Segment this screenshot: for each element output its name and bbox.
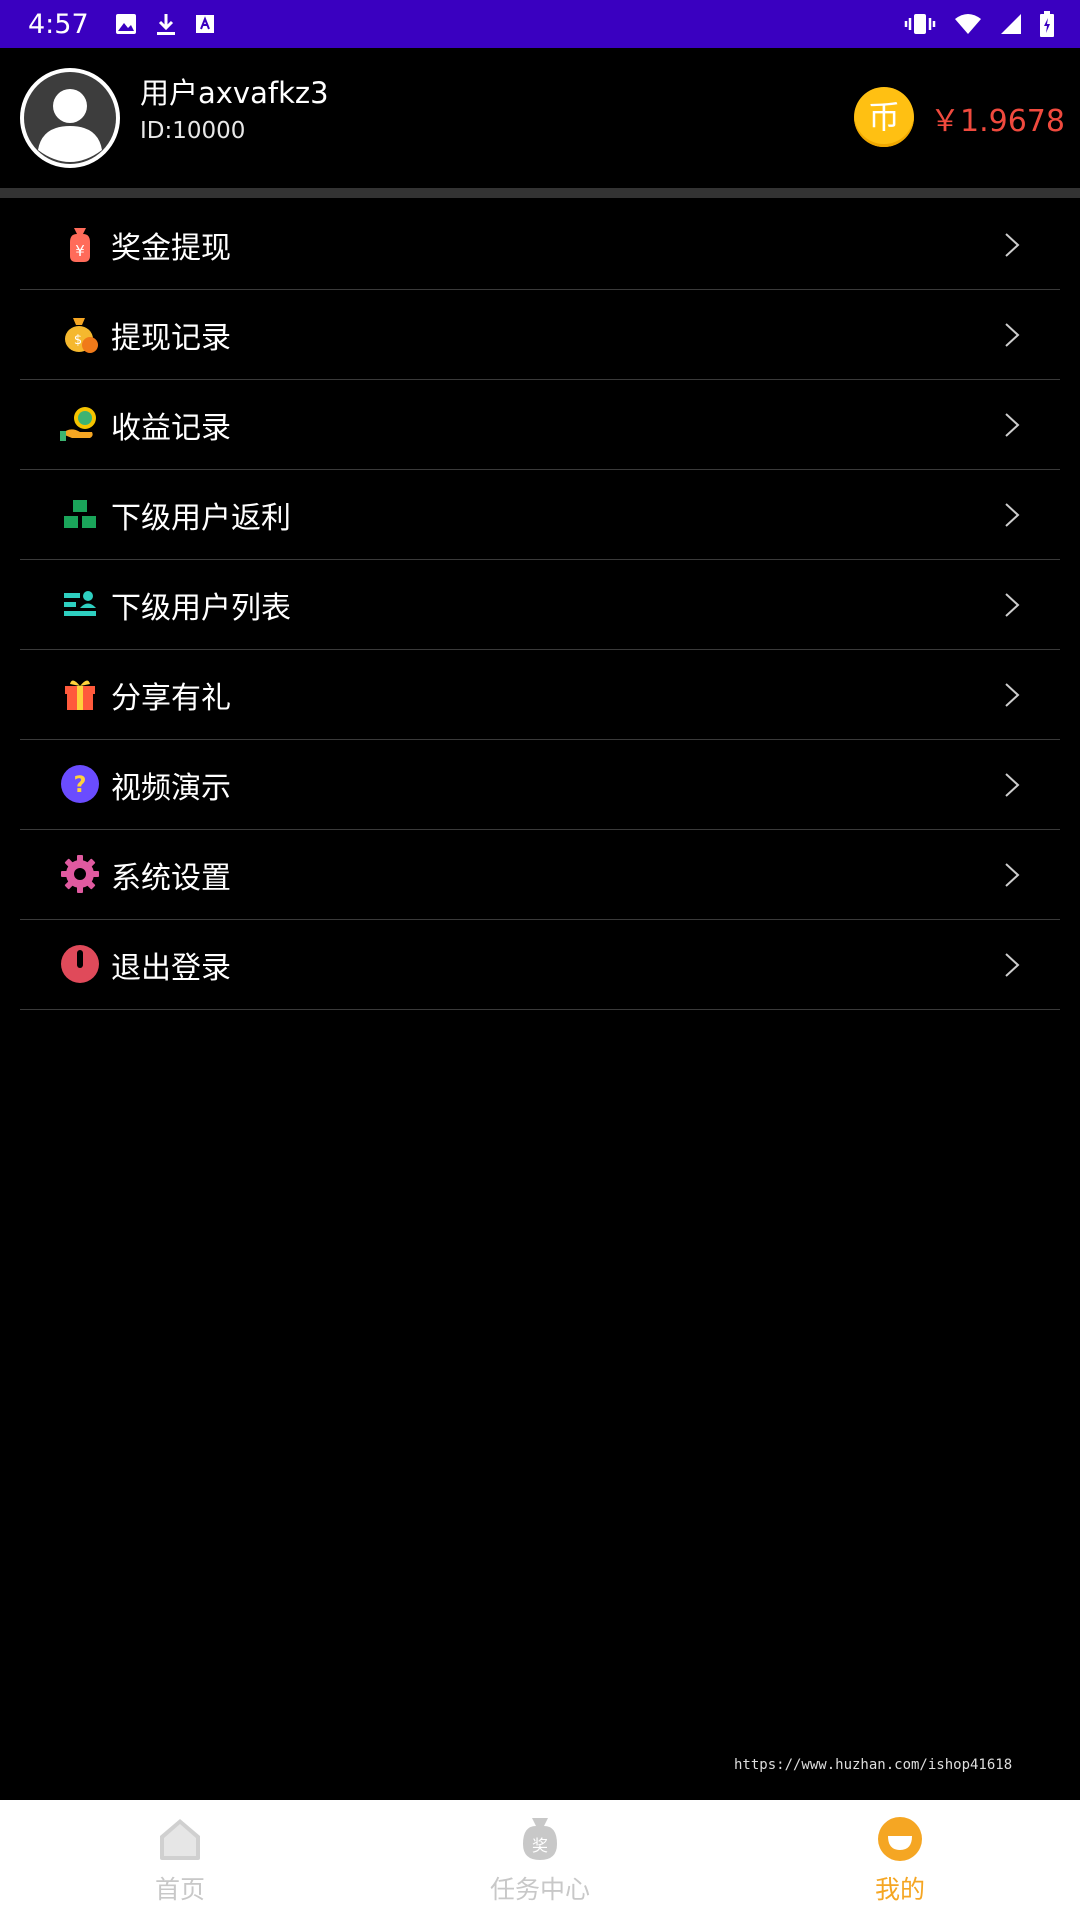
menu-item-label: 下级用户返利 [111, 501, 291, 536]
menu-item-label: 退出登录 [111, 951, 231, 986]
tab-label: 我的 [874, 1875, 925, 1904]
home-icon [160, 1819, 200, 1860]
chevron-right-icon [1005, 503, 1020, 527]
tab-label: 首页 [154, 1875, 205, 1904]
gold-money-bag-icon: $ [65, 318, 98, 353]
menu-item-subordinate-rebate[interactable]: 下级用户返利 [20, 470, 1060, 560]
tab-task-center[interactable]: 奖 任务中心 [360, 1800, 720, 1920]
chevron-right-icon [1005, 413, 1020, 437]
hand-coin-icon [60, 407, 96, 441]
svg-text:?: ? [74, 773, 87, 798]
vibrate-icon [904, 14, 936, 34]
tab-mine[interactable]: 我的 [720, 1800, 1080, 1920]
app-notification-icon [195, 15, 214, 33]
gear-icon [61, 855, 99, 893]
menu-item-earnings-history[interactable]: 收益记录 [20, 380, 1060, 470]
chevron-right-icon [1005, 683, 1020, 707]
menu-item-settings[interactable]: 系统设置 [20, 830, 1060, 920]
power-icon [61, 945, 99, 983]
chevron-right-icon [1005, 233, 1020, 257]
svg-text:$: $ [74, 333, 82, 348]
tab-label: 任务中心 [489, 1875, 590, 1904]
smile-icon [878, 1817, 922, 1861]
profile-header: 用户axvafkz3 ID:10000 币 ￥1.9678 [0, 48, 1080, 188]
menu-item-label: 奖金提现 [111, 231, 231, 266]
svg-text:¥: ¥ [75, 242, 85, 260]
download-notification-icon [156, 14, 175, 35]
username: 用户axvafkz3 [140, 76, 329, 110]
menu-item-share-gift[interactable]: 分享有礼 [20, 650, 1060, 740]
svg-text:奖: 奖 [532, 1836, 548, 1855]
signal-icon [1001, 14, 1021, 34]
status-bar: 4:57 [0, 0, 1080, 48]
menu-item-label: 提现记录 [111, 321, 231, 356]
chevron-right-icon [1005, 773, 1020, 797]
avatar[interactable] [20, 68, 120, 168]
coin-icon: 币 [854, 87, 914, 147]
chevron-right-icon [1005, 593, 1020, 617]
tab-home[interactable]: 首页 [0, 1800, 360, 1920]
user-id: ID:10000 [140, 118, 246, 144]
menu-item-logout[interactable]: 退出登录 [20, 920, 1060, 1010]
menu-item-label: 视频演示 [111, 771, 231, 806]
menu-item-label: 下级用户列表 [111, 591, 291, 626]
default-user-icon [24, 72, 116, 164]
question-icon: ? [61, 765, 99, 803]
menu-item-label: 收益记录 [111, 411, 231, 446]
user-list-icon [64, 591, 96, 616]
reward-bag-icon: 奖 [523, 1818, 557, 1860]
menu-item-label: 系统设置 [111, 861, 231, 896]
money-bag-yen-icon: ¥ [70, 228, 90, 262]
balance-amount: ￥1.9678 [930, 104, 1065, 139]
wifi-icon [955, 14, 981, 34]
battery-icon [1040, 11, 1054, 37]
menu-item-withdraw[interactable]: ¥ 奖金提现 [20, 200, 1060, 290]
menu-list: ¥ 奖金提现 $ 提现记录 收益记录 下级用户返利 下级用户列表 分享有礼 ? … [20, 200, 1060, 1010]
hierarchy-icon [64, 500, 96, 528]
status-time: 4:57 [28, 8, 89, 40]
gift-icon [65, 680, 95, 710]
header-divider [0, 188, 1080, 198]
chevron-right-icon [1005, 863, 1020, 887]
watermark-url: https://www.huzhan.com/ishop41618 [734, 1757, 1013, 1773]
image-notification-icon [115, 14, 136, 34]
menu-item-label: 分享有礼 [111, 681, 231, 716]
chevron-right-icon [1005, 323, 1020, 347]
bottom-tab-bar: 首页 奖 任务中心 我的 [0, 1800, 1080, 1920]
menu-item-video-demo[interactable]: ? 视频演示 [20, 740, 1060, 830]
chevron-right-icon [1005, 953, 1020, 977]
menu-item-subordinate-list[interactable]: 下级用户列表 [20, 560, 1060, 650]
menu-item-withdraw-history[interactable]: $ 提现记录 [20, 290, 1060, 380]
